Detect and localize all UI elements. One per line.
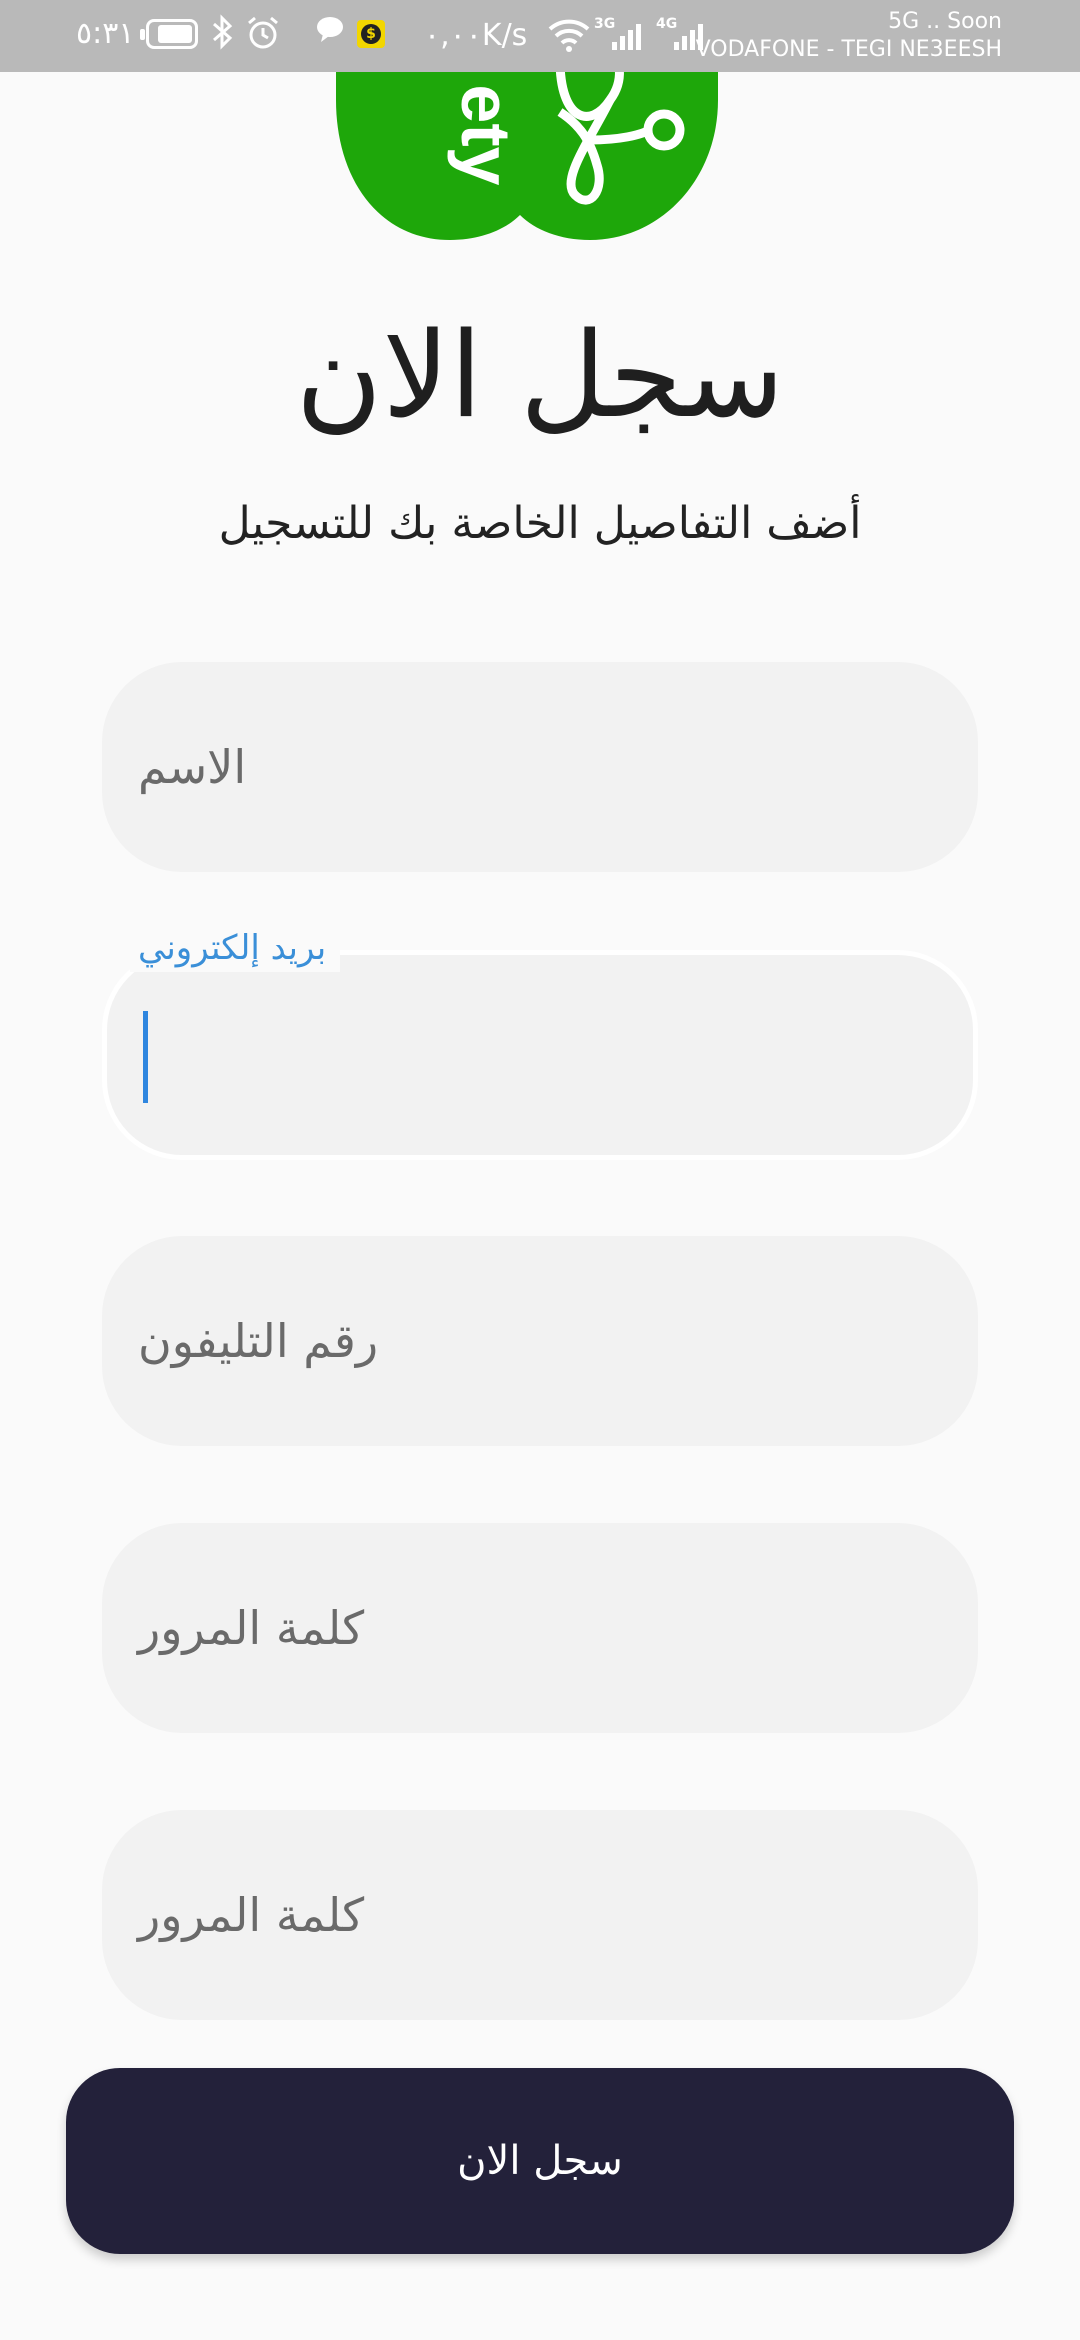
email-label: بريد إلكتروني [130, 924, 341, 972]
status-time: ٥:٣١ [76, 16, 135, 51]
bluetooth-icon [210, 14, 236, 59]
battery-level [158, 25, 192, 43]
register-button-label: سجل الان [457, 2138, 623, 2184]
phone-placeholder: رقم التليفون [138, 1314, 379, 1368]
page-subtitle: أضف التفاصيل الخاصة بك للتسجيل [218, 498, 862, 549]
chat-icon [314, 14, 346, 55]
password-field[interactable]: كلمة المرور [102, 1523, 978, 1733]
signal-icon [610, 20, 650, 56]
phone-field[interactable]: رقم التليفون [102, 1236, 978, 1446]
text-cursor [143, 1011, 148, 1103]
carrier-line-1: 5G .. Soon [888, 9, 1002, 34]
name-placeholder: الاسم [138, 740, 247, 794]
status-bar: ٥:٣١ $ ٠,٠٠K/s 3G 4G 5G .. Soon VODAFONE… [0, 0, 1080, 72]
email-field[interactable] [102, 950, 978, 1160]
page-title: سجل الان [295, 306, 785, 444]
carrier-info: 5G .. Soon VODAFONE - TEGI NE3EESH [696, 8, 1002, 64]
battery-icon [140, 19, 198, 49]
logo-text: ety [447, 84, 525, 185]
dollar-app-icon: $ [357, 20, 385, 48]
network-speed: ٠,٠٠K/s [424, 18, 528, 53]
password-placeholder: كلمة المرور [138, 1601, 365, 1655]
register-button[interactable]: سجل الان [66, 2068, 1014, 2254]
confirm-password-field[interactable]: كلمة المرور [102, 1810, 978, 2020]
confirm-password-placeholder: كلمة المرور [138, 1888, 365, 1942]
carrier-line-2: VODAFONE - TEGI NE3EESH [695, 37, 1002, 62]
wifi-icon [548, 18, 590, 56]
alarm-icon [244, 14, 282, 61]
name-field[interactable]: الاسم [102, 662, 978, 872]
